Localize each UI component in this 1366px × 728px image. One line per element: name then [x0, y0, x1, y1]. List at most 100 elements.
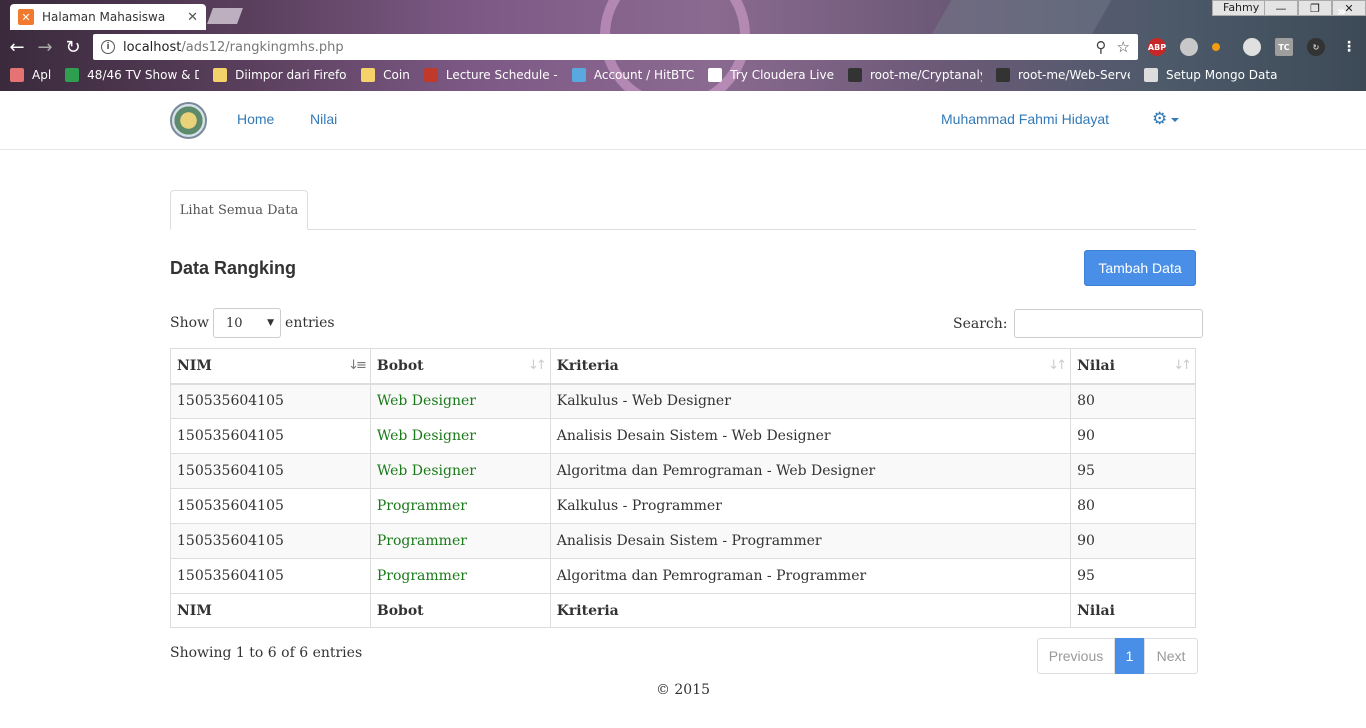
bookmark-item[interactable]: Apl — [10, 68, 51, 82]
forward-icon[interactable]: → — [36, 36, 54, 58]
navbar: Home Nilai Muhammad Fahmi Hidayat ⚙ — [0, 91, 1366, 150]
minimize-icon[interactable]: — — [1264, 0, 1298, 16]
show-label: Show — [170, 315, 210, 331]
address-bar[interactable]: i localhost/ads12/rangkingmhs.php ⚲ ☆ — [93, 34, 1138, 60]
entries-select[interactable]: 10 ▼ — [213, 308, 282, 338]
table-row: 150535604105 Web Designer Algoritma dan Pe… — [170, 453, 1196, 489]
bookmark-item[interactable]: Setup Mongo Datab — [1143, 68, 1278, 82]
bookmark-label: Setup Mongo Datab — [1165, 68, 1278, 82]
gear-icon: ⚙ — [1152, 109, 1168, 128]
bookmark-item[interactable]: Coin — [361, 68, 410, 82]
cell-nim: 150535604105 — [170, 418, 371, 454]
bookmark-item[interactable]: Lecture Schedule - C — [423, 68, 558, 82]
page-icon — [1143, 68, 1158, 82]
user-name-link[interactable]: Muhammad Fahmi Hidayat — [941, 111, 1109, 127]
table-info: Showing 1 to 6 of 6 entries — [170, 645, 363, 661]
tabs-divider — [170, 229, 1196, 230]
entries-label: entries — [285, 315, 335, 331]
bookmark-label: root-me/Cryptanaly — [869, 68, 982, 82]
reload-icon[interactable]: ↻ — [64, 36, 82, 58]
bookmark-item[interactable]: Try Cloudera Live — [708, 68, 834, 82]
bookmark-label: Apl — [32, 68, 52, 82]
cell-kriteria: Kalkulus - Programmer — [549, 488, 1072, 524]
cell-nim: 150535604105 — [170, 383, 371, 419]
more-bookmarks-icon[interactable]: » — [1337, 4, 1346, 20]
page-title: Data Rangking — [170, 258, 297, 278]
page-1-button[interactable]: 1 — [1115, 638, 1144, 674]
sync-icon[interactable]: ↻ — [1307, 38, 1325, 56]
info-icon[interactable]: i — [101, 40, 115, 54]
cell-bobot: Programmer — [369, 558, 551, 594]
bookmark-item[interactable]: Diimpor dari Firefox — [213, 68, 347, 82]
header-kriteria[interactable]: Kriteria ↓↑ — [549, 348, 1072, 385]
cell-nim: 150535604105 — [170, 523, 371, 559]
university-logo[interactable] — [170, 102, 207, 139]
tab-title: Halaman Mahasiswa — [42, 10, 166, 24]
entries-length-control: Show 10 ▼ entries — [170, 308, 335, 338]
back-icon[interactable]: ← — [8, 36, 26, 58]
pagination: Previous 1 Next — [1037, 638, 1198, 674]
bookmark-label: Try Cloudera Live — [730, 68, 834, 82]
caret-down-icon — [1171, 117, 1180, 122]
cell-nim: 150535604105 — [170, 453, 371, 489]
github-icon — [995, 68, 1010, 82]
tab-lihat-semua-data[interactable]: Lihat Semua Data — [170, 190, 308, 230]
extension-icon[interactable]: TC — [1275, 38, 1293, 56]
cell-bobot: Programmer — [369, 488, 551, 524]
hitbtc-icon — [571, 68, 586, 82]
footer-kriteria: Kriteria — [549, 593, 1072, 628]
cell-kriteria: Analisis Desain Sistem - Web Designer — [549, 418, 1072, 454]
footer-nilai: Nilai — [1070, 593, 1196, 628]
folder-icon — [361, 68, 376, 82]
apple-icon — [423, 68, 438, 82]
bookmark-label: 48/46 TV Show & Do — [87, 68, 200, 82]
nav-home[interactable]: Home — [237, 111, 274, 127]
sort-asc-icon: ↓≡ — [348, 358, 367, 373]
cell-nim: 150535604105 — [170, 558, 371, 594]
table-row: 150535604105 Web Designer Analisis Desain … — [170, 418, 1196, 454]
bookmark-label: root-me/Web-Server — [1017, 68, 1130, 82]
next-button[interactable]: Next — [1144, 638, 1198, 674]
footer-bobot: Bobot — [369, 593, 551, 628]
cell-nilai: 95 — [1070, 558, 1196, 594]
header-nilai[interactable]: Nilai ↓↑ — [1070, 348, 1196, 385]
bookmark-item[interactable]: root-me/Web-Server — [995, 68, 1130, 82]
cell-nilai: 80 — [1070, 383, 1196, 419]
cell-nilai: 95 — [1070, 453, 1196, 489]
extension-icon[interactable] — [1180, 38, 1198, 56]
address-row: ← → ↻ i localhost/ads12/rangkingmhs.php … — [0, 34, 1366, 60]
star-icon[interactable]: ☆ — [1117, 38, 1130, 56]
sheets-icon — [65, 68, 80, 82]
profile-button[interactable]: Fahmy — [1212, 0, 1271, 16]
sort-icon: ↓↑ — [1173, 358, 1192, 373]
bookmark-item[interactable]: root-me/Cryptanaly — [847, 68, 982, 82]
window-controls: — ❐ ✕ — [1264, 0, 1366, 16]
add-data-button[interactable]: Tambah Data — [1084, 250, 1196, 286]
cell-kriteria: Algoritma dan Pemrograman - Programmer — [549, 558, 1072, 594]
previous-button[interactable]: Previous — [1037, 638, 1115, 674]
header-bobot[interactable]: Bobot ↓↑ — [369, 348, 551, 385]
cell-nilai: 90 — [1070, 523, 1196, 559]
bookmark-label: Lecture Schedule - C — [445, 68, 558, 82]
restore-icon[interactable]: ❐ — [1298, 0, 1332, 16]
bookmarks-bar: Apl 48/46 TV Show & Do Diimpor dari Firefo… — [0, 63, 1366, 87]
url-text[interactable]: localhost/ads12/rangkingmhs.php — [123, 40, 1096, 55]
new-tab-button[interactable] — [207, 8, 243, 24]
extension-icon[interactable] — [1212, 43, 1220, 51]
folder-icon — [213, 68, 228, 82]
nav-nilai[interactable]: Nilai — [310, 111, 337, 127]
cell-nim: 150535604105 — [170, 488, 371, 524]
menu-icon[interactable]: ⋮ — [1340, 38, 1358, 56]
browser-tab[interactable]: ✕ Halaman Mahasiswa ✕ — [10, 4, 206, 30]
table-row: 150535604105 Programmer Kalkulus - Program… — [170, 488, 1196, 524]
bookmark-item[interactable]: Account / HitBTC — [571, 68, 695, 82]
header-nim[interactable]: NIM ↓≡ — [170, 348, 371, 385]
zoom-icon[interactable]: ⚲ — [1096, 38, 1107, 56]
search-input[interactable] — [1013, 309, 1203, 338]
extension-icon[interactable] — [1243, 38, 1261, 56]
bookmark-item[interactable]: 48/46 TV Show & Do — [65, 68, 199, 82]
settings-dropdown[interactable]: ⚙ — [1152, 109, 1180, 129]
bookmark-label: Account / HitBTC — [593, 68, 695, 82]
close-icon[interactable]: ✕ — [187, 10, 198, 25]
adblock-icon[interactable]: ABP — [1148, 38, 1166, 56]
